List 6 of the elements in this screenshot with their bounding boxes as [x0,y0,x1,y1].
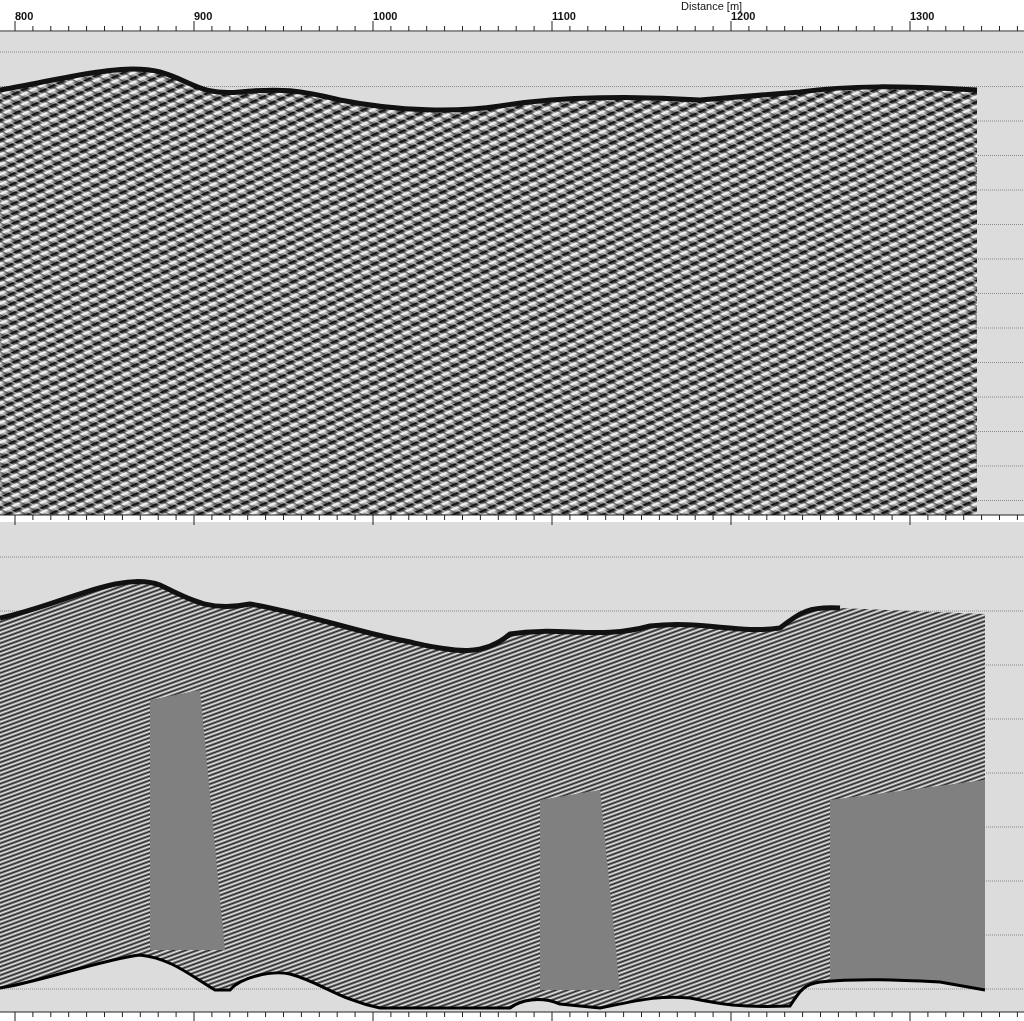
axis-tick-label: 900 [194,10,213,22]
axis-title: Distance [m] [681,0,743,12]
axis-tick-label: 1100 [552,10,576,22]
axis-tick-label: 1000 [373,10,398,22]
axis-tick-label: 800 [15,10,34,22]
axis-tick-label: 1300 [910,10,935,22]
